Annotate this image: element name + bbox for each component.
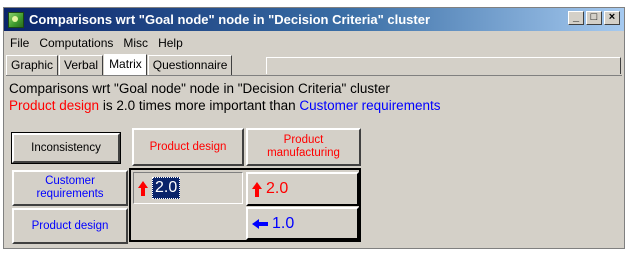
background-text-bottom	[0, 248, 632, 257]
matrix-cell-r2c1-empty	[133, 206, 243, 238]
matrix-cell-r1c1[interactable]: 2.0	[133, 172, 243, 204]
info-line-2: Product design is 2.0 times more importa…	[9, 97, 440, 114]
row-header-customer-requirements[interactable]: Customer requirements	[12, 170, 128, 206]
menu-help[interactable]: Help	[153, 36, 188, 50]
arrow-up-icon	[138, 180, 148, 196]
matrix-cell-r1c2[interactable]: 2.0	[246, 172, 359, 206]
minimize-button[interactable]: _	[568, 11, 584, 25]
tab-strip-filler	[266, 57, 621, 74]
tab-verbal[interactable]: Verbal	[59, 55, 104, 75]
title-bar[interactable]: Comparisons wrt "Goal node" node in "Dec…	[4, 8, 624, 31]
maximize-button[interactable]: □	[586, 11, 602, 25]
arrow-up-icon	[252, 181, 262, 197]
tab-matrix[interactable]: Matrix	[104, 54, 147, 75]
column-header-product-design[interactable]: Product design	[132, 128, 244, 166]
window-title: Comparisons wrt "Goal node" node in "Dec…	[29, 12, 431, 27]
info-other-node: Customer requirements	[299, 98, 441, 113]
matrix-cell-r2c2[interactable]: 1.0	[246, 207, 359, 240]
column-header-product-manufacturing[interactable]: Product manufacturing	[246, 128, 361, 166]
menu-computations[interactable]: Computations	[34, 36, 118, 50]
menu-misc[interactable]: Misc	[118, 36, 153, 50]
cell-value-r2c2[interactable]: 1.0	[272, 215, 294, 233]
info-line-1: Comparisons wrt "Goal node" node in "Dec…	[9, 81, 390, 96]
comparison-info: Comparisons wrt "Goal node" node in "Dec…	[9, 80, 440, 114]
close-button[interactable]: ×	[604, 11, 620, 25]
cell-value-r1c1[interactable]: 2.0	[152, 177, 181, 199]
row-header-product-design[interactable]: Product design	[12, 208, 128, 244]
cell-value-r1c2[interactable]: 2.0	[266, 180, 288, 198]
tab-questionnaire[interactable]: Questionnaire	[147, 55, 233, 75]
tab-graphic[interactable]: Graphic	[6, 55, 59, 75]
menu-bar: File Computations Misc Help	[4, 33, 188, 52]
info-relation: is 2.0 times more important than	[99, 98, 300, 113]
info-dominant-node: Product design	[9, 98, 100, 113]
menu-file[interactable]: File	[4, 36, 34, 50]
comparison-matrix: 2.0 2.0 1.0	[129, 168, 361, 242]
app-icon	[8, 11, 24, 28]
tab-divider	[6, 75, 622, 76]
tab-strip: Graphic Verbal Matrix Questionnaire	[6, 54, 233, 75]
window-controls: _ □ ×	[568, 11, 620, 25]
inconsistency-button[interactable]: Inconsistency	[11, 132, 121, 164]
arrow-left-icon	[252, 218, 268, 229]
